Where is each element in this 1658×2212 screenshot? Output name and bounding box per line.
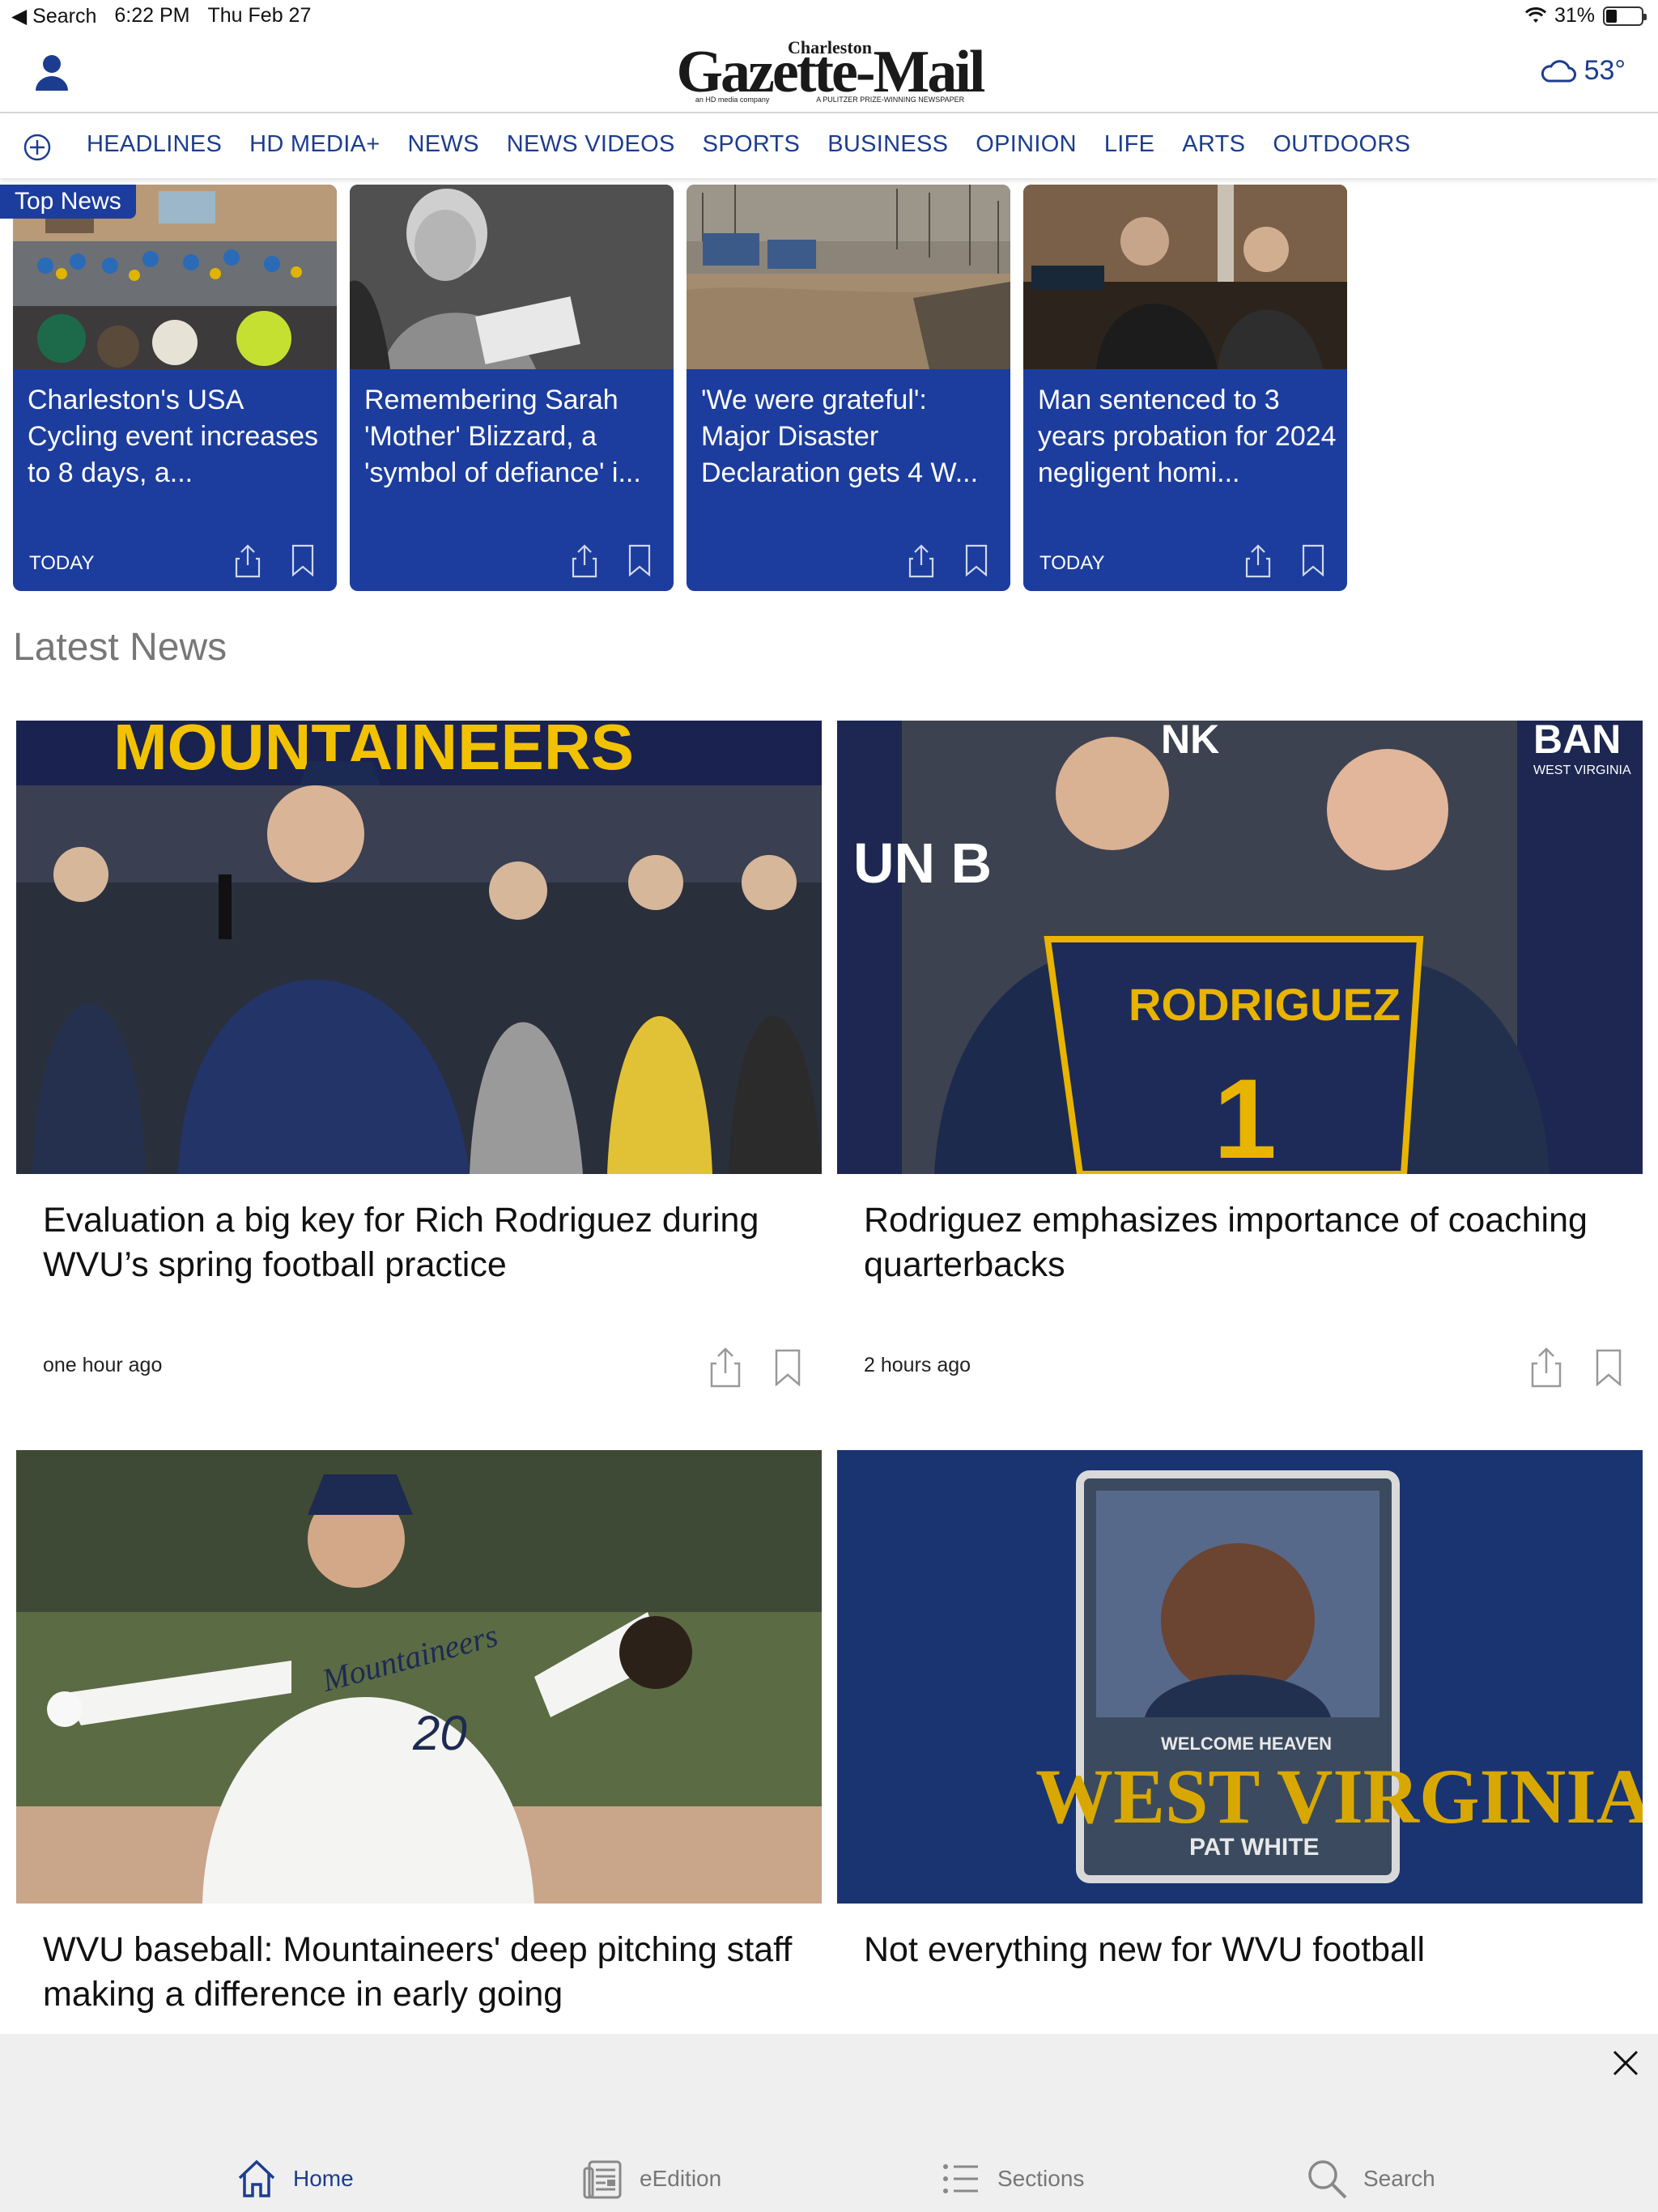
nav-headlines[interactable]: HEADLINES [87, 131, 222, 158]
jersey-number-text: 1 [1214, 1055, 1277, 1174]
banner-text-top: NK [1161, 721, 1219, 762]
nav-sports[interactable]: SPORTS [703, 131, 801, 158]
sarah-blizzard-portrait-photo [350, 185, 674, 369]
jersey-number-text: 20 [412, 1706, 467, 1760]
nav-arts[interactable]: ARTS [1182, 131, 1245, 158]
tab-search[interactable]: Search [1305, 2157, 1435, 2201]
status-date: Thu Feb 27 [207, 4, 312, 27]
status-bar: ◀ Search 6:22 PM Thu Feb 27 31% [0, 0, 1658, 31]
top-news-date: TODAY [1039, 552, 1105, 574]
nav-business[interactable]: BUSINESS [827, 131, 948, 158]
nav-news[interactable]: NEWS [408, 131, 479, 158]
article-headline[interactable]: Rodriguez emphasizes importance of coach… [864, 1198, 1625, 1287]
top-news-card[interactable]: Man sentenced to 3 years probation for 2… [1023, 185, 1347, 591]
app-header: Charleston Gazette-Mail an HD media comp… [0, 31, 1658, 113]
nav-news-videos[interactable]: NEWS VIDEOS [507, 131, 675, 158]
top-news-badge: Top News [0, 185, 136, 219]
article-card[interactable]: MOUNTAINEERS Evaluation a big key for Ri… [16, 721, 822, 1433]
tab-sections[interactable]: Sections [939, 2157, 1084, 2201]
nav-outdoors[interactable]: OUTDOORS [1273, 131, 1410, 158]
top-news-card[interactable]: Remembering Sarah 'Mother' Blizzard, a '… [350, 185, 674, 591]
share-icon[interactable] [1531, 1347, 1562, 1388]
home-icon [238, 2159, 275, 2197]
tab-home[interactable]: Home [235, 2157, 354, 2201]
list-icon [943, 2164, 978, 2193]
share-icon[interactable] [710, 1347, 741, 1388]
add-section-icon[interactable] [23, 133, 52, 162]
nav-hd-media-plus[interactable]: HD MEDIA+ [249, 131, 380, 158]
gazette-mail-logo[interactable]: Charleston Gazette-Mail an HD media comp… [672, 37, 988, 105]
top-news-date: TODAY [29, 552, 95, 574]
banner-text-right: BAN [1533, 721, 1621, 762]
bottom-tab-bar: Home eEdition Sections Search [0, 2133, 1658, 2212]
bookmark-icon[interactable] [963, 544, 989, 576]
share-icon[interactable] [572, 544, 597, 578]
article-headline[interactable]: WVU baseball: Mountaineers' deep pitchin… [43, 1928, 804, 2017]
search-icon [1308, 2160, 1347, 2199]
bookmark-icon[interactable] [1594, 1349, 1623, 1386]
banner-text-left: UN B [853, 832, 992, 895]
battery-icon [1603, 6, 1647, 26]
bookmark-icon[interactable] [290, 544, 316, 576]
jersey-name-text: RODRIGUEZ [1129, 979, 1401, 1030]
share-icon[interactable] [908, 544, 934, 578]
weather-temperature: 53° [1584, 55, 1626, 86]
top-news-headline: 'We were grateful': Major Disaster Decla… [701, 385, 979, 488]
article-card[interactable]: Mountaineers 20 WVU baseball: Mountainee… [16, 1450, 822, 2033]
card-main-text: WEST VIRGINIA [1035, 1753, 1643, 1840]
courtroom-photo [1023, 185, 1347, 369]
article-card[interactable]: WELCOME HEAVEN WEST VIRGINIA PAT WHITE N… [837, 1450, 1643, 2033]
close-icon[interactable] [1609, 2047, 1642, 2079]
section-nav: HEADLINES HD MEDIA+ NEWS NEWS VIDEOS SPO… [0, 113, 1658, 178]
article-card[interactable]: UN B NK BAN WEST VIRGINIA RODRIGUEZ 1 Ro… [837, 721, 1643, 1433]
top-news-carousel[interactable]: Top News Charleston's USA Cycling event … [0, 185, 1658, 591]
article-headline[interactable]: Evaluation a big key for Rich Rodriguez … [43, 1198, 804, 1287]
user-account-icon[interactable] [34, 53, 70, 91]
bookmark-icon[interactable] [773, 1349, 802, 1386]
latest-news-heading: Latest News [13, 626, 227, 669]
wvu-pitcher-photo: Mountaineers 20 [16, 1450, 822, 1904]
bookmark-icon[interactable] [1300, 544, 1326, 576]
cloud-icon [1541, 59, 1576, 82]
pat-white-coach-card-graphic: WELCOME HEAVEN WEST VIRGINIA PAT WHITE [837, 1450, 1643, 1904]
tab-eedition[interactable]: eEdition [581, 2157, 721, 2201]
top-news-card[interactable]: Charleston's USA Cycling event increases… [13, 185, 337, 591]
top-news-headline: Man sentenced to 3 years probation for 2… [1038, 385, 1337, 488]
top-news-headline: Remembering Sarah 'Mother' Blizzard, a '… [364, 385, 641, 488]
battery-percent: 31% [1554, 4, 1595, 27]
share-icon[interactable] [235, 544, 261, 578]
wifi-icon [1524, 6, 1546, 23]
back-to-search-link[interactable]: ◀ Search [11, 4, 96, 28]
card-name-text: PAT WHITE [1189, 1834, 1320, 1861]
nav-opinion[interactable]: OPINION [976, 131, 1077, 158]
share-icon[interactable] [1245, 544, 1271, 578]
nav-life[interactable]: LIFE [1104, 131, 1154, 158]
bookmark-icon[interactable] [627, 544, 653, 576]
rodriguez-jersey-presentation-photo: UN B NK BAN WEST VIRGINIA RODRIGUEZ 1 [837, 721, 1643, 1174]
newspaper-icon [583, 2160, 622, 2199]
banner-text-right-small: WEST VIRGINIA [1533, 764, 1631, 777]
article-timestamp: 2 hours ago [864, 1354, 971, 1376]
flooded-homes-photo [687, 185, 1010, 369]
top-news-card[interactable]: 'We were grateful': Major Disaster Decla… [687, 185, 1010, 591]
rich-rodriguez-speaking-photo: MOUNTAINEERS [16, 721, 822, 1174]
top-news-headline: Charleston's USA Cycling event increases… [28, 385, 319, 488]
card-top-text: WELCOME HEAVEN [1161, 1733, 1332, 1754]
article-timestamp: one hour ago [43, 1354, 163, 1376]
article-headline[interactable]: Not everything new for WVU football [864, 1928, 1625, 1972]
weather-widget[interactable]: 53° [1541, 55, 1626, 87]
status-time: 6:22 PM [114, 4, 190, 27]
